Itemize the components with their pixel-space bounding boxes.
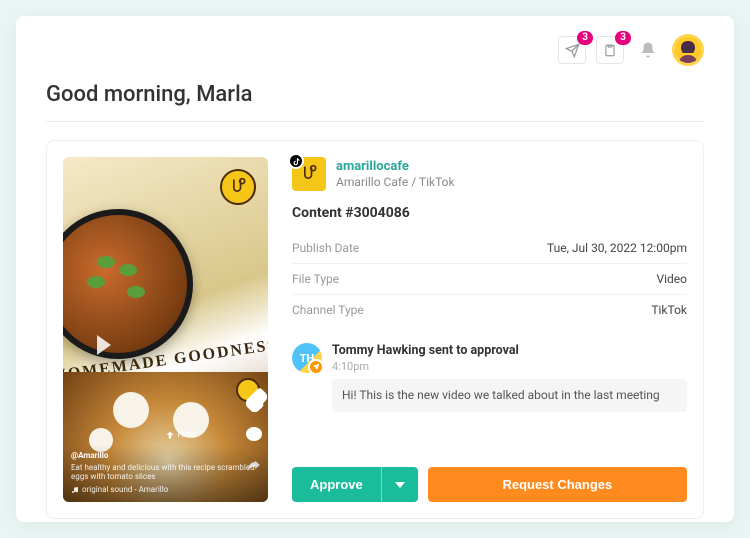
approve-group: Approve [292,467,418,502]
tiktok-caption: Eat healthy and delicious with this reci… [71,463,260,482]
action-row: Approve Request Changes [292,451,687,502]
bell-icon [639,41,657,59]
play-icon [97,335,111,355]
meta-value: Tue, Jul 30, 2022 12:00pm [547,241,687,255]
sent-badge: 3 [577,31,593,45]
music-note-icon [71,486,79,494]
channel-logo [292,157,326,191]
tiktok-sound-text: original sound - Amarillo [82,485,168,494]
tasks-badge: 3 [615,31,631,45]
approval-card: HOMEMADE GOODNESS Hide @Amarillo Eat hea… [46,140,704,519]
brand-badge-icon [220,169,256,205]
topbar: 3 3 [46,34,704,66]
channel-name[interactable]: amarillocafe [336,159,455,175]
activity-message: Hi! This is the new video we talked abou… [332,379,687,412]
comment-icon [246,427,262,441]
activity-avatar: TH [292,343,322,373]
content-meta: Publish Date Tue, Jul 30, 2022 12:00pm Fil… [292,233,687,325]
app-window: 3 3 Good morning, Marla HOMEMADE GOODNES… [16,16,734,522]
activity-time: 4:10pm [332,360,687,373]
video-preview[interactable]: HOMEMADE GOODNESS Hide @Amarillo Eat hea… [63,157,268,502]
activity-title: Tommy Hawking sent to approval [332,343,687,358]
meta-label: Publish Date [292,241,359,255]
hide-label: Hide [165,430,196,440]
meta-value: Video [656,272,687,286]
approve-dropdown-button[interactable] [381,467,418,502]
channel-row: amarillocafe Amarillo Cafe / TikTok [292,157,687,191]
avatar-illustration [676,39,700,63]
request-changes-button[interactable]: Request Changes [428,467,687,502]
meta-label: Channel Type [292,303,364,317]
tiktok-platform-icon [288,153,304,169]
approve-button[interactable]: Approve [292,467,381,502]
activity-entry: TH Tommy Hawking sent to approval 4:10pm… [292,343,687,412]
divider [46,121,704,122]
meta-row: Channel Type TikTok [292,295,687,325]
hide-text: Hide [178,430,196,440]
clipboard-icon [603,43,617,58]
page-greeting: Good morning, Marla [46,82,704,107]
food-image-top [63,209,193,359]
hide-icon [165,430,175,440]
tiktok-overlay: @Amarillo Eat healthy and delicious with… [63,445,268,502]
like-icon [243,393,264,414]
channel-sub: Amarillo Cafe / TikTok [336,175,455,189]
activity-sent-icon [308,359,324,375]
meta-value: TikTok [651,303,687,317]
utensils-icon [299,164,319,184]
chevron-down-icon [395,482,405,488]
content-details: amarillocafe Amarillo Cafe / TikTok Cont… [292,157,687,502]
meta-label: File Type [292,272,339,286]
sent-items-button[interactable]: 3 [558,36,586,64]
meta-row: Publish Date Tue, Jul 30, 2022 12:00pm [292,233,687,264]
notifications-button[interactable] [634,36,662,64]
paper-plane-icon [565,43,580,58]
tiktok-sound: original sound - Amarillo [71,485,260,494]
meta-row: File Type Video [292,264,687,295]
content-heading: Content #3004086 [292,205,687,221]
tiktok-handle: @Amarillo [71,451,260,460]
user-avatar[interactable] [672,34,704,66]
tasks-button[interactable]: 3 [596,36,624,64]
